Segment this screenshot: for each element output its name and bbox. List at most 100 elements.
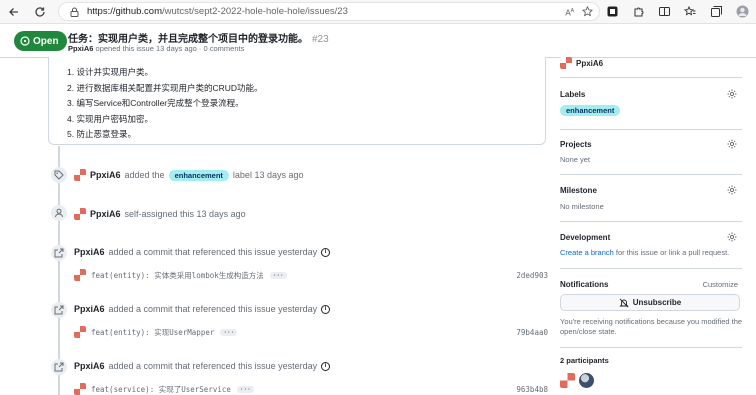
customize-link[interactable]: Customize (703, 280, 738, 289)
favorite-add-icon[interactable] (581, 5, 594, 20)
avatar[interactable] (560, 373, 575, 388)
unsubscribe-button[interactable]: Unsubscribe (560, 294, 740, 311)
projects-section: Projects None yet (560, 129, 742, 169)
commit-sha-link[interactable]: 79b4aa0 (516, 328, 548, 337)
labels-section: Labels enhancement (560, 77, 742, 123)
avatar[interactable] (74, 269, 86, 281)
collections-icon[interactable] (708, 3, 724, 19)
projects-heading: Projects (560, 140, 592, 149)
projects-value: None yet (560, 155, 591, 164)
unsubscribe-label: Unsubscribe (632, 298, 682, 307)
event-actor-link[interactable]: PpxiA6 (74, 304, 105, 314)
event-actor-link[interactable]: PpxiA6 (74, 247, 105, 257)
timeline-commit-event: PpxiA6 added a commit that referenced th… (74, 361, 331, 371)
issue-comment-body: 1. 设计并实现用户类。 2. 进行数据库相关配置并实现用户类的CRUD功能。 … (48, 57, 546, 145)
timeline-line (58, 146, 60, 395)
participants-section: 2 participants (560, 347, 742, 395)
development-suffix: for this issue or link a pull request. (613, 248, 730, 257)
event-text: added a commit that referenced this issu… (108, 247, 318, 257)
development-heading: Development (560, 233, 611, 242)
issue-number: #23 (312, 34, 329, 45)
commit-message-link[interactable]: feat(service): 实现了UserService (91, 384, 231, 395)
avatar[interactable] (579, 373, 594, 388)
issue-state-label: Open (33, 35, 59, 47)
development-section: Development Create a branch for this iss… (560, 221, 742, 263)
timeline-commit-event: PpxiA6 added a commit that referenced th… (74, 304, 331, 314)
task-item: 4. 实现用户密码加密。 (67, 113, 153, 124)
gear-icon[interactable] (726, 138, 738, 150)
avatar[interactable] (74, 169, 86, 181)
cross-reference-icon (51, 359, 67, 375)
milestone-section: Milestone No milestone (560, 174, 742, 214)
event-text: label 13 days ago (232, 170, 304, 180)
info-icon[interactable]: i (321, 361, 331, 371)
commit-row: feat(entity): 实现UserMapper ··· 79b4aa0 (74, 326, 548, 338)
issue-meta-text: opened this issue 13 days ago · 0 commen… (93, 44, 245, 53)
task-item: 5. 防止恶意登录。 (67, 129, 136, 139)
label-enhancement-pill[interactable]: enhancement (168, 169, 229, 181)
address-bar[interactable]: https://github.com/wutcst/sept2-2022-hol… (58, 2, 600, 21)
gear-icon[interactable] (726, 88, 738, 100)
info-icon[interactable]: i (321, 247, 331, 257)
cross-reference-icon (51, 245, 67, 261)
gear-icon[interactable] (726, 231, 738, 243)
tag-icon (51, 167, 67, 183)
commit-message-link[interactable]: feat(entity): 实体类采用lombok生成构造方法 (91, 270, 264, 281)
extension-icon[interactable] (604, 3, 620, 19)
avatar[interactable] (74, 208, 86, 220)
commit-row: feat(entity): 实体类采用lombok生成构造方法 ··· 2ded… (74, 269, 548, 281)
issue-state-badge: Open (14, 31, 67, 51)
label-enhancement-pill[interactable]: enhancement (560, 105, 621, 116)
timeline-assign-event: PpxiA6 self-assigned this 13 days ago (74, 208, 246, 220)
info-icon[interactable]: i (321, 304, 331, 314)
labels-heading: Labels (560, 90, 586, 99)
timeline-commit-event: PpxiA6 added a commit that referenced th… (74, 247, 331, 257)
bell-slash-icon (619, 298, 629, 307)
avatar[interactable] (560, 57, 572, 69)
issue-title: 任务：实现用户类，并且完成整个项目中的登录功能。 #23 (68, 30, 329, 45)
avatar[interactable] (74, 383, 86, 395)
browser-toolbar: https://github.com/wutcst/sept2-2022-hol… (0, 0, 756, 24)
favorites-icon[interactable] (682, 3, 698, 19)
timeline-label-event: PpxiA6 added the enhancement label 13 da… (74, 169, 303, 181)
url-text: https://github.com/wutcst/sept2-2022-hol… (87, 6, 348, 17)
event-actor-link[interactable]: PpxiA6 (90, 209, 121, 219)
create-branch-link[interactable]: Create a branch (560, 248, 614, 257)
participants-heading: 2 participants (560, 356, 609, 365)
read-aloud-icon[interactable]: AA (565, 8, 574, 18)
task-item: 3. 编写Service和Controller完成整个登录流程。 (67, 98, 244, 108)
task-item: 2. 进行数据库相关配置并实现用户类的CRUD功能。 (67, 82, 263, 93)
commit-expand-button[interactable]: ··· (269, 271, 287, 279)
assignee-name[interactable]: PpxiA6 (576, 59, 603, 68)
commit-sha-link[interactable]: 2ded903 (516, 271, 548, 280)
development-text: Create a branch for this issue or link a… (560, 248, 729, 257)
event-actor-link[interactable]: PpxiA6 (74, 361, 105, 371)
refresh-icon[interactable] (32, 4, 48, 20)
commit-message-link[interactable]: feat(entity): 实现UserMapper (91, 327, 214, 338)
issue-sidebar: PpxiA6 Labels enhancement Projects None … (560, 56, 746, 395)
commit-expand-button[interactable]: ··· (236, 385, 254, 393)
issue-open-icon (20, 36, 30, 46)
puzzle-icon[interactable] (630, 3, 646, 19)
commit-sha-link[interactable]: 963b4b8 (516, 385, 548, 394)
event-actor-link[interactable]: PpxiA6 (90, 170, 121, 180)
back-icon[interactable] (6, 4, 22, 20)
task-item: 1. 设计并实现用户类。 (67, 67, 153, 77)
notifications-section: Notifications Customize Unsubscribe You'… (560, 268, 742, 346)
assignee-row[interactable]: PpxiA6 (560, 57, 603, 69)
event-text: added the (124, 170, 165, 180)
lock-icon (67, 5, 81, 19)
profile-avatar-icon[interactable] (734, 3, 750, 19)
event-text: added a commit that referenced this issu… (108, 361, 318, 371)
commit-expand-button[interactable]: ··· (220, 328, 238, 336)
issue-sticky-header: Open 任务：实现用户类，并且完成整个项目中的登录功能。 #23 PpxiA6 … (0, 25, 756, 58)
issue-author-link[interactable]: PpxiA6 (68, 44, 93, 53)
person-icon (51, 205, 67, 221)
event-text: self-assigned this 13 days ago (124, 209, 246, 219)
gear-icon[interactable] (726, 184, 738, 196)
avatar[interactable] (74, 326, 86, 338)
cross-reference-icon (51, 302, 67, 318)
notification-reason: open/close state. (560, 327, 617, 336)
split-screen-icon[interactable] (656, 3, 672, 19)
notification-reason: You're receiving notifications because y… (560, 317, 743, 326)
